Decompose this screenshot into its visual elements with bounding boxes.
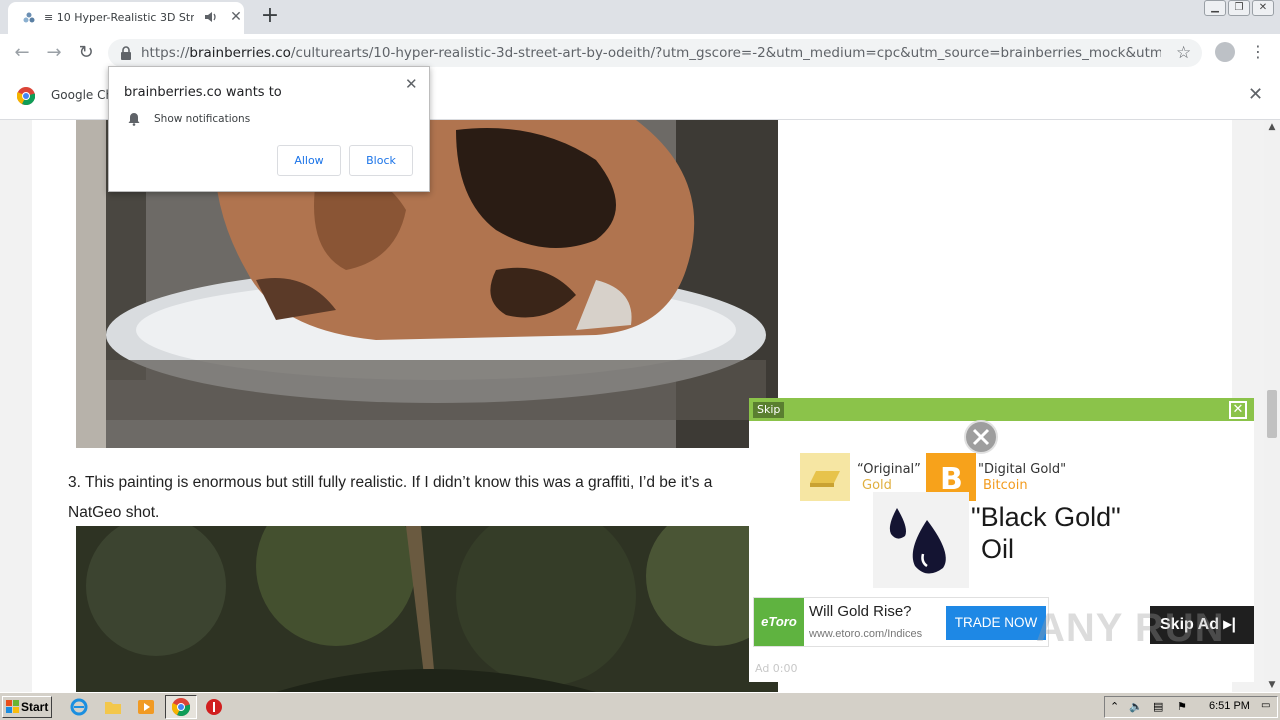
notification-permission-dialog: brainberries.co wants to ✕ Show notifica…: [108, 66, 430, 192]
restore-button[interactable]: ❐: [1228, 0, 1250, 16]
lock-icon[interactable]: [120, 46, 132, 60]
etoro-logo: eToro: [754, 598, 804, 646]
profile-avatar[interactable]: [1215, 42, 1235, 62]
etoro-headline[interactable]: Will Gold Rise?: [809, 603, 912, 620]
browser-tab[interactable]: ≡ 10 Hyper-Realistic 3D Street ✕: [8, 2, 244, 34]
permission-title: brainberries.co wants to: [124, 85, 282, 100]
etoro-banner[interactable]: eToro Will Gold Rise? www.etoro.com/Indi…: [753, 597, 1049, 647]
back-icon[interactable]: ←: [10, 41, 34, 65]
internet-explorer-icon[interactable]: [70, 698, 88, 716]
watermark-text: ANY RUN: [1036, 606, 1225, 650]
oil-label: "Black Gold": [971, 502, 1121, 532]
ad-top-bar: Skip ✕: [749, 398, 1254, 421]
url-path: /culturearts/10-hyper-realistic-3d-stree…: [290, 45, 1161, 61]
menu-dots-icon[interactable]: ⋮: [1250, 41, 1266, 63]
oil-sub: Oil: [981, 534, 1014, 564]
etoro-url[interactable]: www.etoro.com/Indices: [809, 628, 922, 640]
gold-label: “Original”: [857, 462, 921, 477]
street-art-image-2: [76, 526, 778, 692]
permission-close-icon[interactable]: ✕: [405, 75, 418, 93]
new-tab-button[interactable]: +: [258, 4, 282, 28]
minimize-button[interactable]: ▁: [1204, 0, 1226, 16]
reload-icon[interactable]: ↻: [74, 41, 98, 65]
tab-strip: ≡ 10 Hyper-Realistic 3D Street ✕ + ▁ ❐ ✕: [0, 0, 1280, 34]
bitcoin-sub: Bitcoin: [983, 478, 1028, 493]
system-tray: ⌃ 🔈 ▤ ⚑ 6:51 PM ▭: [1104, 696, 1278, 718]
window-controls: ▁ ❐ ✕: [1204, 0, 1274, 20]
scroll-down-icon[interactable]: ▼: [1264, 680, 1280, 690]
ad-skip-small[interactable]: Skip: [753, 402, 785, 418]
scroll-up-icon[interactable]: ▲: [1264, 122, 1280, 132]
taskbar-chrome-button[interactable]: [165, 695, 197, 719]
gold-sub: Gold: [862, 478, 892, 493]
bell-icon: [128, 113, 140, 126]
infobar-text: Google Ch: [51, 88, 114, 102]
media-player-icon[interactable]: [137, 698, 155, 716]
trade-now-button[interactable]: TRADE NOW: [946, 606, 1046, 640]
permission-item: Show notifications: [154, 113, 251, 125]
site-favicon-icon: [23, 12, 35, 23]
start-label: Start: [21, 700, 49, 714]
tab-title: ≡ 10 Hyper-Realistic 3D Street: [44, 11, 194, 24]
block-button[interactable]: Block: [349, 145, 413, 176]
windows-flag-icon: [6, 700, 19, 713]
bookmark-star-icon[interactable]: ☆: [1176, 43, 1191, 63]
url-host: brainberries.co: [189, 45, 291, 61]
article-paragraph: 3. This painting is enormous but still f…: [68, 474, 713, 521]
close-circle-icon[interactable]: [964, 420, 998, 454]
start-button[interactable]: Start: [2, 696, 52, 718]
oil-drops-icon: [873, 492, 969, 588]
ad-timer: Ad 0:00: [755, 662, 798, 675]
page-scrollbar[interactable]: ▲ ▼: [1264, 120, 1280, 692]
gold-bar-icon: [800, 453, 850, 501]
speaker-icon[interactable]: [204, 10, 218, 24]
chrome-logo-icon: [17, 87, 35, 105]
tray-expand-icon[interactable]: ⌃: [1110, 700, 1124, 714]
tab-close-icon[interactable]: ✕: [228, 9, 244, 25]
action-center-flag-icon[interactable]: ⚑: [1177, 700, 1191, 714]
url-scheme: https://: [141, 45, 190, 61]
folder-icon[interactable]: [104, 698, 122, 716]
address-bar[interactable]: https://brainberries.co/culturearts/10-h…: [108, 39, 1202, 67]
close-window-button[interactable]: ✕: [1252, 0, 1274, 16]
forward-icon[interactable]: →: [42, 41, 66, 65]
show-desktop-icon[interactable]: ▭: [1261, 700, 1275, 714]
volume-icon[interactable]: 🔈: [1129, 700, 1143, 714]
scroll-thumb[interactable]: [1267, 390, 1277, 438]
infobar-close-icon[interactable]: ✕: [1248, 84, 1263, 105]
url-text[interactable]: https://brainberries.co/culturearts/10-h…: [141, 45, 1161, 61]
windows-taskbar: Start ⌃ 🔈 ▤ ⚑ 6:51 PM ▭: [0, 692, 1280, 720]
ad-close-icon[interactable]: ✕: [1229, 401, 1247, 419]
network-icon[interactable]: ▤: [1153, 700, 1167, 714]
bitcoin-label: "Digital Gold": [978, 462, 1067, 477]
anyrun-watermark: ANY RUN: [1036, 606, 1236, 672]
chrome-taskbar-icon: [172, 698, 190, 716]
allow-button[interactable]: Allow: [277, 145, 341, 176]
taskbar-clock[interactable]: 6:51 PM: [1209, 700, 1250, 712]
stop-icon[interactable]: [205, 698, 223, 716]
